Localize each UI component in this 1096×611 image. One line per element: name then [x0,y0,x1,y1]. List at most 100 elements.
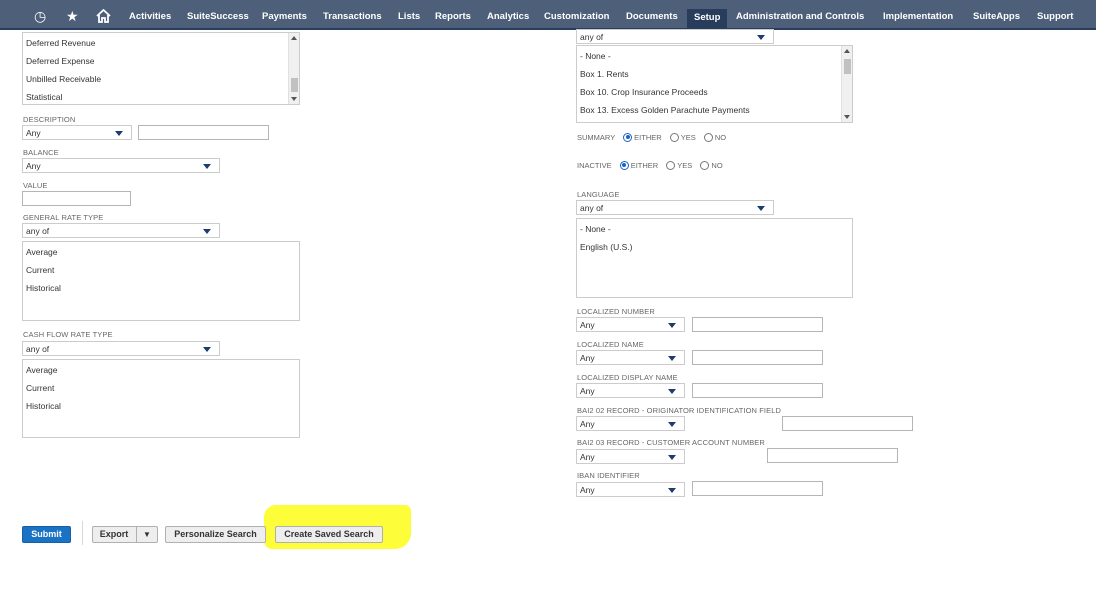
general-rate-type-operator-select[interactable]: any of [22,223,220,238]
bai2-02-input[interactable] [782,416,913,431]
chevron-down-icon [115,131,123,136]
list-item[interactable]: English (U.S.) [580,242,632,252]
scroll-up-icon[interactable] [291,36,297,40]
nav-administration-and-controls[interactable]: Administration and Controls [736,11,864,23]
localized-number-input[interactable] [692,317,823,332]
scroll-thumb[interactable] [291,78,298,92]
bai2-03-label: BAI2 03 RECORD - CUSTOMER ACCOUNT NUMBER [577,438,765,447]
nav-support[interactable]: Support [1037,11,1073,23]
bai2-02-operator-select[interactable]: Any [576,416,685,431]
nav-transactions[interactable]: Transactions [323,11,382,23]
localized-name-operator-select[interactable]: Any [576,350,685,365]
list-item[interactable]: Unbilled Receivable [26,74,101,84]
nav-suitesuccess[interactable]: SuiteSuccess [187,11,249,23]
description-operator-select[interactable]: Any [22,125,132,140]
summary-yes-label: YES [680,133,696,142]
list-item[interactable]: Box 10. Crop Insurance Proceeds [580,87,708,97]
star-icon[interactable]: ★ [66,9,79,23]
language-label: LANGUAGE [577,190,620,199]
export-button[interactable]: Export ▼ [92,526,158,543]
value-label: VALUE [23,181,48,190]
nav-customization[interactable]: Customization [544,11,609,23]
recent-icon[interactable]: ◷ [34,9,46,23]
nav-suiteapps[interactable]: SuiteApps [973,11,1020,23]
inactive-no-radio[interactable] [700,160,710,170]
description-label: DESCRIPTION [23,115,76,124]
tax-form-box-listbox[interactable]: - None - Box 1. Rents Box 10. Crop Insur… [576,45,853,123]
localized-display-name-label: LOCALIZED DISPLAY NAME [577,373,678,382]
nav-activities[interactable]: Activities [129,11,171,23]
bai2-03-input[interactable] [767,448,898,463]
cash-flow-rate-type-listbox[interactable]: Average Current Historical [22,359,300,438]
localized-number-operator-select[interactable]: Any [576,317,685,332]
list-item[interactable]: Box 13. Excess Golden Parachute Payments [580,105,750,115]
scroll-down-icon[interactable] [844,115,850,119]
chevron-down-icon [203,229,211,234]
chevron-down-icon [668,323,676,328]
nav-reports[interactable]: Reports [435,11,471,23]
inactive-yes-label: YES [677,161,693,170]
scroll-thumb[interactable] [844,59,851,74]
create-saved-search-button[interactable]: Create Saved Search [275,526,383,543]
home-icon[interactable] [96,8,111,25]
list-item[interactable]: Historical [26,283,61,293]
summary-radio-group: SUMMARY EITHER YES NO [577,132,726,143]
balance-operator-select[interactable]: Any [22,158,220,173]
iban-identifier-input[interactable] [692,481,823,496]
inactive-either-radio[interactable] [619,160,629,170]
list-item[interactable]: Box 1. Rents [580,69,629,79]
account-type-listbox[interactable]: Deferred Revenue Deferred Expense Unbill… [22,32,300,105]
scrollbar[interactable] [288,33,299,104]
list-item[interactable]: Average [26,247,58,257]
language-operator-select[interactable]: any of [576,200,774,215]
summary-no-radio[interactable] [703,132,713,142]
summary-yes-radio[interactable] [669,132,679,142]
iban-identifier-operator-select[interactable]: Any [576,482,685,497]
list-item[interactable]: Historical [26,401,61,411]
chevron-down-icon [668,389,676,394]
general-rate-type-listbox[interactable]: Average Current Historical [22,241,300,321]
submit-button[interactable]: Submit [22,526,71,543]
chevron-down-icon [668,422,676,427]
balance-label: BALANCE [23,148,59,157]
personalize-search-button[interactable]: Personalize Search [165,526,266,543]
cash-flow-rate-type-operator-select[interactable]: any of [22,341,220,356]
list-item[interactable]: Current [26,265,54,275]
list-item[interactable]: Current [26,383,54,393]
top-navigation-bar: ◷ ★ Activities SuiteSuccess Payments Tra… [0,0,1096,30]
description-input[interactable] [138,125,269,140]
iban-identifier-label: IBAN IDENTIFIER [577,471,640,480]
export-menu-icon[interactable]: ▼ [136,527,157,542]
nav-payments[interactable]: Payments [262,11,307,23]
nav-lists[interactable]: Lists [398,11,420,23]
export-label: Export [99,529,129,539]
chevron-down-icon [757,35,765,40]
nav-documents[interactable]: Documents [626,11,678,23]
localized-display-name-input[interactable] [692,383,823,398]
localized-number-label: LOCALIZED NUMBER [577,307,655,316]
list-item[interactable]: - None - [580,51,611,61]
bai2-03-operator-select[interactable]: Any [576,449,685,464]
nav-setup[interactable]: Setup [687,9,728,28]
inactive-label: INACTIVE [577,161,612,170]
scrollbar[interactable] [841,46,852,122]
inactive-yes-radio[interactable] [666,160,676,170]
localized-display-name-operator-select[interactable]: Any [576,383,685,398]
summary-either-radio[interactable] [623,132,633,142]
language-listbox[interactable]: - None - English (U.S.) [576,218,853,298]
nav-analytics[interactable]: Analytics [487,11,529,23]
summary-either-label: EITHER [634,133,662,142]
nav-implementation[interactable]: Implementation [883,11,953,23]
summary-label: SUMMARY [577,133,616,142]
list-item[interactable]: Statistical [26,92,62,102]
value-input[interactable] [22,191,131,206]
list-item[interactable]: Deferred Expense [26,56,95,66]
scroll-up-icon[interactable] [844,49,850,53]
button-divider [82,521,83,545]
list-item[interactable]: Deferred Revenue [26,38,95,48]
scroll-down-icon[interactable] [291,97,297,101]
tax-form-box-operator-select[interactable]: any of [576,29,774,44]
list-item[interactable]: Average [26,365,58,375]
localized-name-input[interactable] [692,350,823,365]
list-item[interactable]: - None - [580,224,611,234]
